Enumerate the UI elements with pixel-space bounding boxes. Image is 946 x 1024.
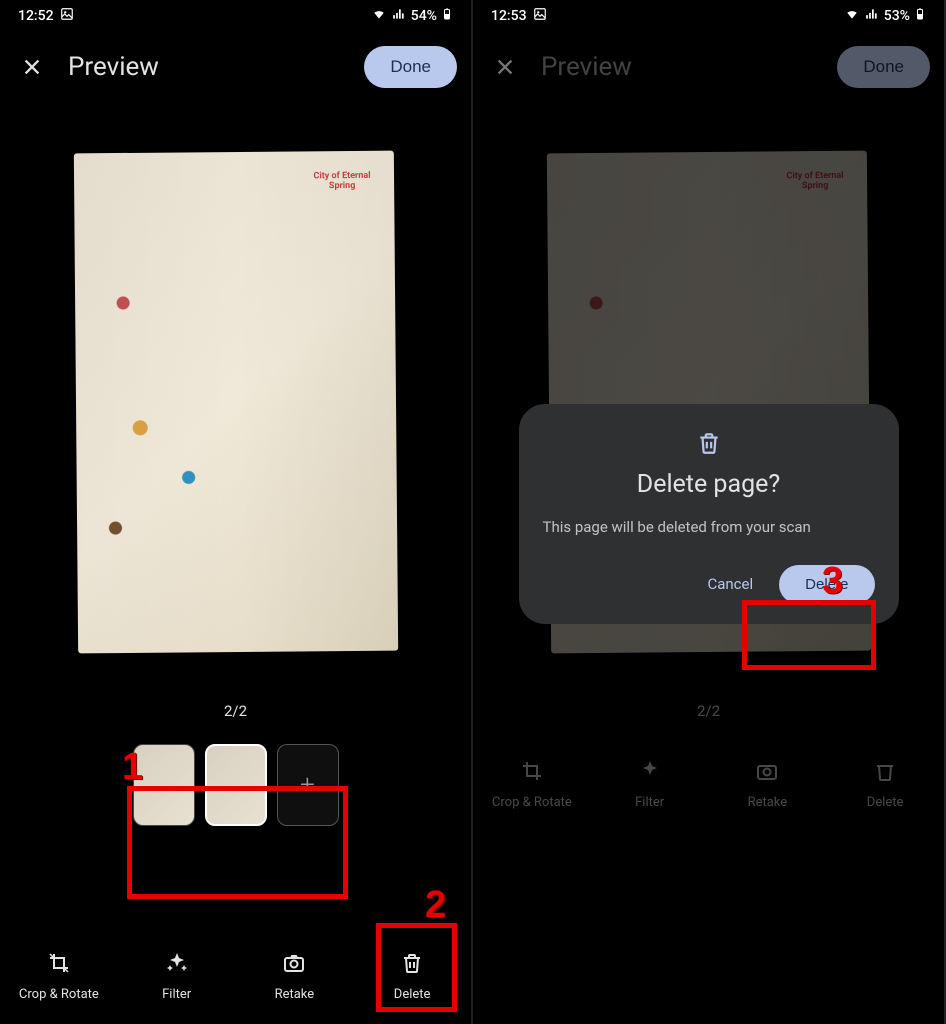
camera-icon [282, 951, 306, 979]
status-time: 12:52 [18, 8, 54, 24]
preview-area [0, 102, 471, 702]
add-page-button[interactable]: + [277, 744, 339, 826]
gallery-icon [60, 7, 74, 25]
signal-icon [391, 7, 407, 25]
delete-label: Delete [394, 987, 431, 1002]
battery-text: 54% [411, 8, 437, 24]
status-bar: 12:53 53% [473, 0, 944, 32]
app-bar: Preview Done [0, 32, 471, 102]
trash-icon [543, 430, 875, 456]
retake-label: Retake [275, 987, 315, 1002]
annotation-number-2: 2 [425, 884, 446, 927]
dialog-scrim[interactable]: Delete page? This page will be deleted f… [473, 100, 944, 928]
page-title: Preview [541, 52, 819, 82]
page-counter: 2/2 [0, 702, 471, 720]
battery-icon [914, 6, 926, 26]
done-button[interactable]: Done [837, 46, 930, 88]
delete-button[interactable]: Delete [353, 928, 471, 1024]
wifi-icon [371, 7, 387, 25]
cancel-button[interactable]: Cancel [695, 565, 765, 603]
thumbnail-strip: + [0, 738, 471, 832]
dialog-actions: Cancel Delete [543, 565, 875, 604]
crop-rotate-button[interactable]: Crop & Rotate [0, 928, 118, 1024]
close-button[interactable] [487, 49, 523, 85]
phone-right: 12:53 53% Preview Done 2/2 + [473, 0, 946, 1024]
close-button[interactable] [14, 49, 50, 85]
done-button[interactable]: Done [364, 46, 457, 88]
bottom-toolbar: Crop & Rotate Filter Retake Delete [0, 928, 471, 1024]
crop-rotate-icon [47, 951, 71, 979]
phone-left: 12:52 54% Preview Done 2/2 + Crop & Rota… [0, 0, 473, 1024]
status-time: 12:53 [491, 8, 527, 24]
page-title: Preview [68, 52, 346, 82]
thumbnail-1[interactable] [133, 744, 195, 826]
confirm-delete-button[interactable]: Delete [779, 565, 874, 604]
delete-confirmation-dialog: Delete page? This page will be deleted f… [519, 404, 899, 624]
trash-icon [400, 951, 424, 979]
app-bar: Preview Done [473, 32, 944, 102]
filter-icon [165, 951, 189, 979]
status-bar: 12:52 54% [0, 0, 471, 32]
retake-button[interactable]: Retake [236, 928, 354, 1024]
dialog-body: This page will be deleted from your scan [543, 517, 875, 539]
thumbnail-2[interactable] [205, 744, 267, 826]
gallery-icon [533, 7, 547, 25]
filter-label: Filter [162, 987, 191, 1002]
wifi-icon [844, 7, 860, 25]
battery-text: 53% [884, 8, 910, 24]
scanned-page-preview[interactable] [73, 151, 397, 654]
crop-rotate-label: Crop & Rotate [19, 987, 99, 1002]
dialog-title: Delete page? [543, 470, 875, 499]
filter-button[interactable]: Filter [118, 928, 236, 1024]
signal-icon [864, 7, 880, 25]
battery-icon [441, 6, 453, 26]
